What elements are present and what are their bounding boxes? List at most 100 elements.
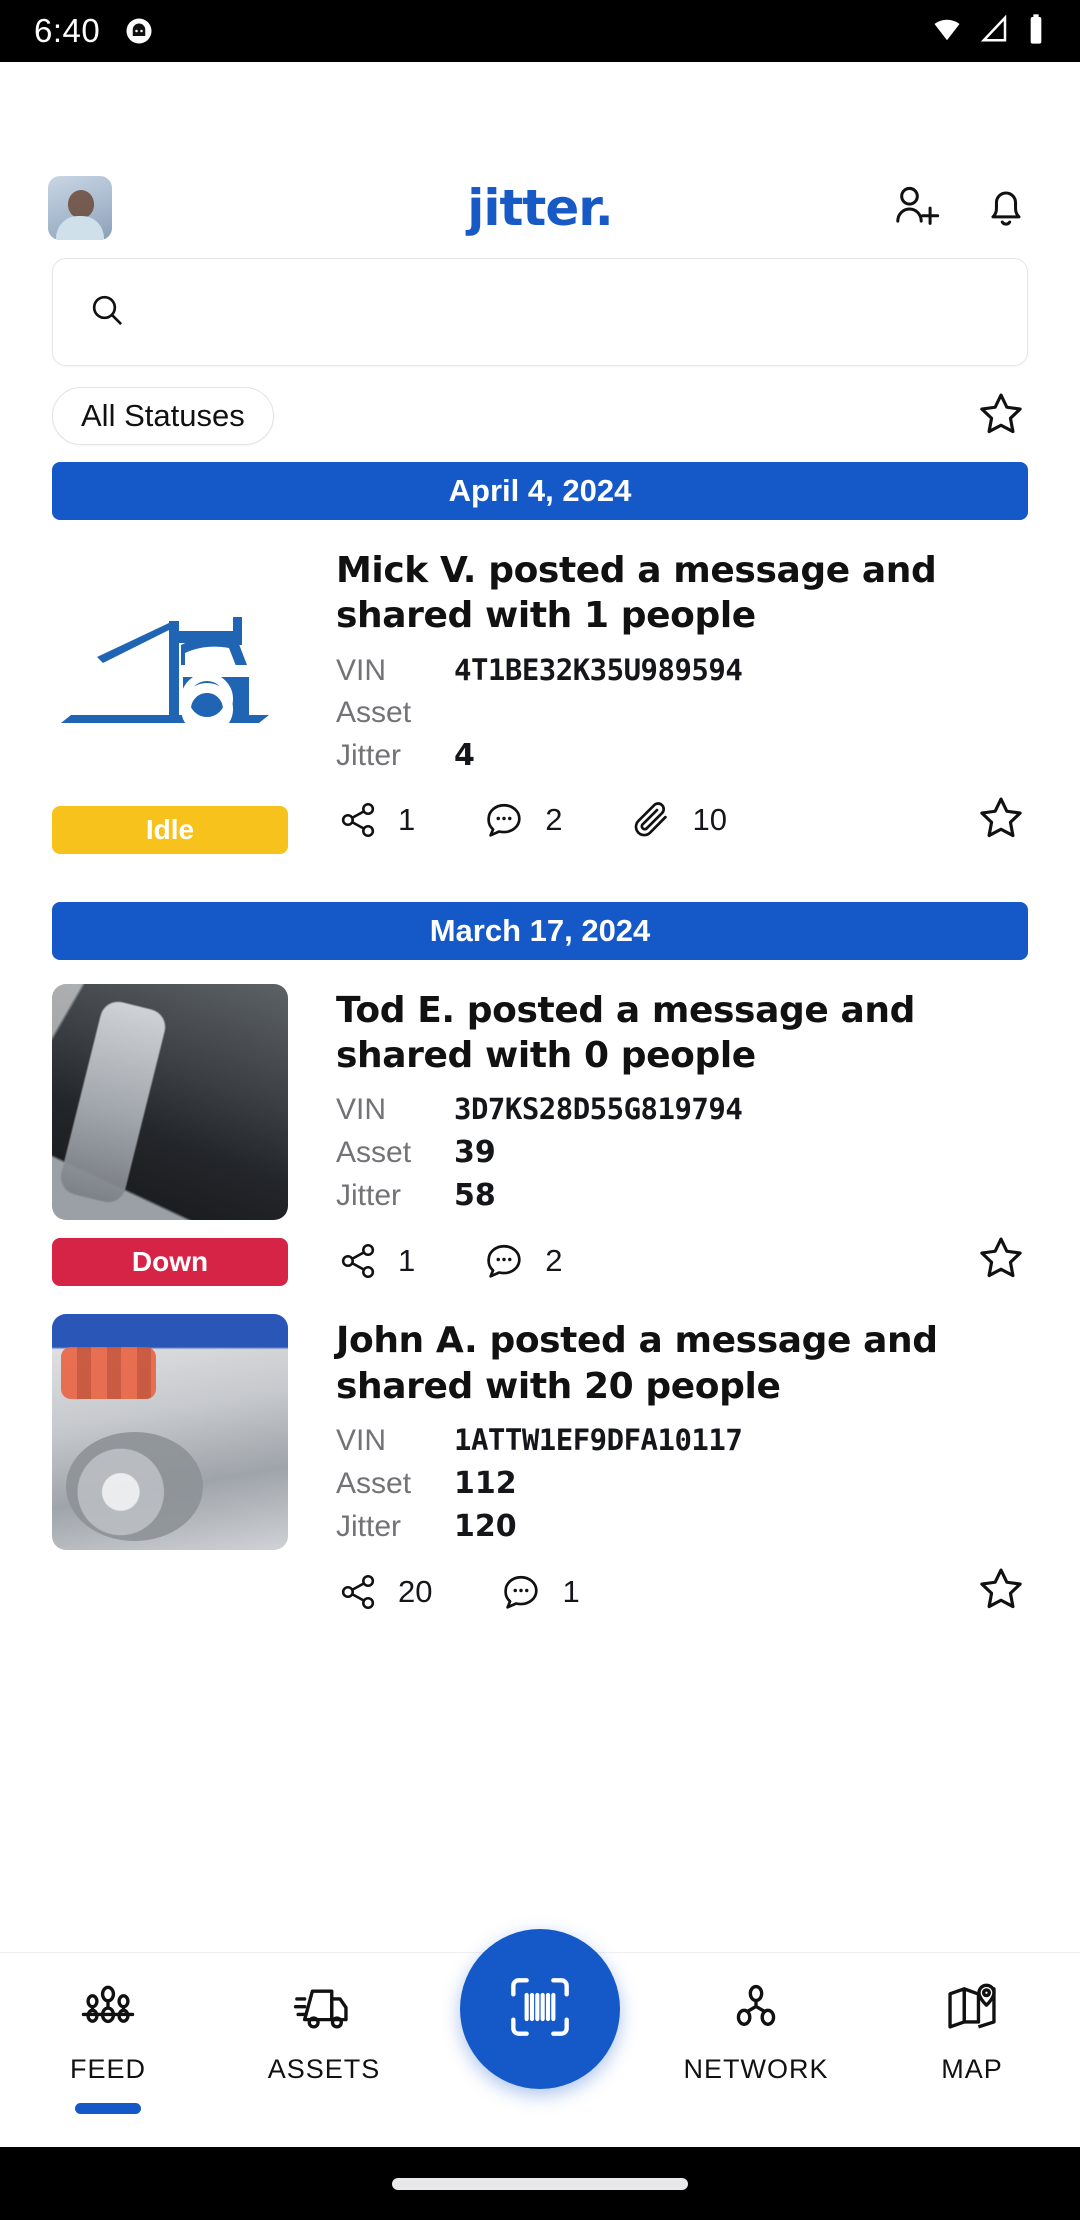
post-thumbnail-wrap	[52, 1314, 288, 1621]
star-outline-icon[interactable]	[974, 387, 1028, 446]
feed-list[interactable]: April 4, 2024 Idle Mick V. posted a mess…	[0, 462, 1080, 1952]
post-field-key: VIN	[336, 653, 387, 687]
status-bar-clock: 6:40	[34, 12, 101, 49]
paperclip-icon	[634, 802, 667, 837]
attachment-count: 10	[692, 802, 727, 838]
bell-icon[interactable]	[980, 180, 1032, 237]
app-logo-dot: .	[594, 179, 614, 237]
post-field-row: Asset	[336, 696, 1028, 730]
nav-label-feed: FEED	[69, 2054, 146, 2084]
feed-nodes-icon	[77, 1977, 139, 2044]
comment-action[interactable]: 2	[481, 797, 563, 843]
barcode-scan-icon	[500, 1967, 580, 2052]
app-header-actions	[890, 180, 1032, 237]
nav-item-assets[interactable]: ASSETS	[216, 1977, 432, 2114]
nav-label-assets: ASSETS	[267, 2054, 381, 2084]
share-action[interactable]: 20	[336, 1570, 432, 1614]
favorite-star-icon[interactable]	[974, 1562, 1028, 1621]
post-actions: 1 2 10	[336, 791, 1028, 850]
map-pin-icon	[941, 1977, 1003, 2044]
nav-active-indicator	[723, 2103, 789, 2114]
status-badge: Idle	[52, 805, 288, 854]
truck-icon	[293, 1977, 355, 2044]
post-field-key: VIN	[336, 1093, 387, 1127]
share-icon	[341, 1243, 375, 1278]
post-field-key: Asset	[336, 695, 412, 729]
post-actions: 20 1	[336, 1562, 1028, 1621]
search-bar[interactable]	[52, 258, 1028, 366]
comment-count: 2	[545, 1242, 563, 1278]
post-title: Tod E. posted a message and shared with …	[336, 989, 915, 1077]
attachment-action[interactable]: 10	[629, 797, 727, 843]
comment-action[interactable]: 2	[481, 1238, 563, 1284]
comment-icon	[487, 1244, 521, 1278]
nav-active-indicator	[939, 2103, 1005, 2114]
nav-active-indicator	[75, 2103, 141, 2114]
scan-button[interactable]	[460, 1929, 620, 2089]
app-logo-text: jitter	[467, 179, 596, 237]
post-field-key: Jitter	[336, 1510, 402, 1544]
comment-action[interactable]: 1	[498, 1569, 580, 1615]
post-field-value: 3D7KS28D55G819794	[454, 1092, 743, 1127]
post-field-key: VIN	[336, 1424, 387, 1458]
search-input[interactable]	[151, 295, 993, 329]
nav-active-indicator	[291, 2103, 357, 2114]
add-person-icon[interactable]	[890, 180, 942, 237]
app-header: jitter.	[0, 165, 1080, 251]
post-field-row: VIN 4T1BE32K35U989594	[336, 653, 1028, 688]
post-thumbnail[interactable]	[52, 1314, 288, 1551]
status-bar-indicators	[930, 13, 1046, 50]
system-navigation-bar	[0, 2147, 1080, 2220]
date-header: April 4, 2024	[52, 462, 1028, 520]
post-fields: VIN 1ATTW1EF9DFA10117 Asset 112 Jitter 1…	[336, 1423, 1028, 1544]
home-gesture-bar[interactable]	[392, 2177, 688, 2190]
nav-item-map[interactable]: MAP	[864, 1977, 1080, 2114]
share-action[interactable]: 1	[336, 1239, 415, 1283]
share-action[interactable]: 1	[336, 798, 415, 842]
status-filter-chip[interactable]: All Statuses	[52, 387, 274, 445]
favorite-star-icon[interactable]	[974, 791, 1028, 850]
post-field-value: 112	[454, 1466, 517, 1502]
feed-post-card[interactable]: Down Tod E. posted a message and shared …	[0, 960, 1080, 1291]
feed-post-card[interactable]: Idle Mick V. posted a message and shared…	[0, 520, 1080, 854]
phone-screen: 6:40 jitter. All Statuses April 4, 2024 …	[0, 0, 1080, 2220]
post-thumbnail[interactable]	[52, 983, 288, 1220]
nav-label-map: MAP	[941, 2054, 1003, 2084]
comment-count: 1	[562, 1573, 580, 1609]
post-thumbnail-wrap: Idle	[52, 544, 288, 854]
comment-icon	[487, 804, 521, 837]
bottom-navigation: FEED ASSETS NETWORK MAP	[0, 1929, 1080, 2147]
nav-item-feed[interactable]: FEED	[0, 1977, 216, 2114]
post-field-value: 120	[454, 1509, 517, 1545]
status-filter-label: All Statuses	[81, 398, 245, 433]
battery-full-icon	[1026, 13, 1046, 50]
post-field-value: 39	[454, 1135, 496, 1171]
post-field-row: Asset 112	[336, 1466, 1028, 1501]
post-field-row: Asset 39	[336, 1135, 1028, 1170]
post-field-row: Jitter 120	[336, 1509, 1028, 1544]
wifi-icon	[930, 14, 964, 49]
search-icon	[87, 290, 127, 335]
comment-icon	[504, 1575, 539, 1609]
semi-truck-illustration-icon	[52, 544, 288, 780]
app-content: jitter. All Statuses April 4, 2024 Idle …	[0, 62, 1080, 2147]
post-fields: VIN 3D7KS28D55G819794 Asset 39 Jitter 58	[336, 1092, 1028, 1213]
comment-count: 2	[545, 802, 563, 838]
post-field-key: Asset	[336, 1136, 412, 1170]
post-field-value: 4T1BE32K35U989594	[454, 652, 743, 687]
cellular-signal-icon	[980, 14, 1010, 49]
post-thumbnail-wrap: Down	[52, 983, 288, 1291]
post-thumbnail[interactable]	[52, 544, 288, 780]
post-field-row: Jitter 58	[336, 1178, 1028, 1213]
post-body: John A. posted a message and shared with…	[288, 1314, 1028, 1621]
post-field-value: 58	[454, 1178, 496, 1214]
nav-item-network[interactable]: NETWORK	[648, 1977, 864, 2114]
share-count: 1	[398, 1242, 416, 1278]
post-field-row: VIN 1ATTW1EF9DFA10117	[336, 1423, 1028, 1458]
favorite-star-icon[interactable]	[974, 1231, 1028, 1290]
share-count: 20	[398, 1573, 433, 1609]
status-badge: Down	[52, 1238, 288, 1287]
feed-post-card[interactable]: John A. posted a message and shared with…	[0, 1290, 1080, 1621]
share-count: 1	[398, 802, 416, 838]
post-fields: VIN 4T1BE32K35U989594 Asset Jitter 4	[336, 653, 1028, 773]
